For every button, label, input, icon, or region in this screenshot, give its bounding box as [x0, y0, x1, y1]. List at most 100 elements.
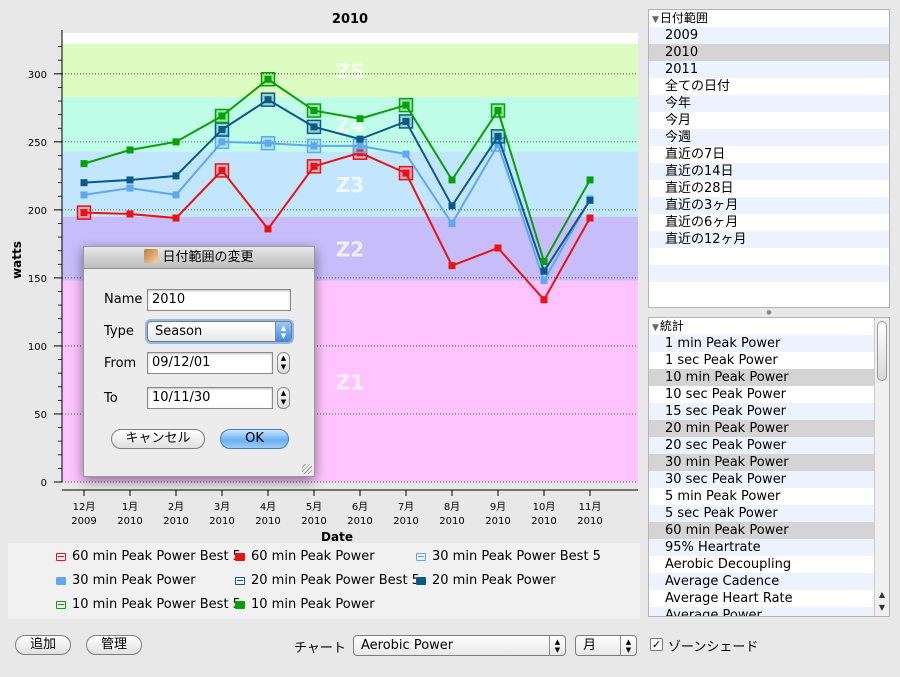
- legend-best5-swatch-icon: [56, 552, 66, 561]
- chart-label: チャート: [294, 641, 346, 656]
- disclosure-triangle-icon[interactable]: ▼: [652, 323, 659, 333]
- y-tick-label: 150: [28, 274, 47, 285]
- stats-scrollbar[interactable]: ▲ ▼: [874, 318, 889, 616]
- best5-marker-20-min-peak-power: [260, 92, 276, 107]
- legend-item: 10 min Peak Power: [235, 597, 375, 612]
- ok-button[interactable]: OK: [220, 429, 289, 449]
- scroll-up-icon[interactable]: ▲: [875, 588, 889, 601]
- to-label: To: [104, 391, 118, 406]
- from-date-field[interactable]: 09/12/01: [147, 352, 273, 374]
- chart-legend: 60 min Peak Power Best 5 60 min Peak Powe…: [8, 543, 640, 619]
- stat-item[interactable]: 30 sec Peak Power: [649, 471, 889, 488]
- x-tick-label-year: 2010: [347, 516, 372, 527]
- date-range-list[interactable]: ▼日付範囲 2009 2010 2011 全ての日付 今年 今月 今週 直近の7日 直近の14日…: [648, 9, 890, 308]
- x-tick-label-month: 11月: [579, 501, 602, 513]
- manage-button[interactable]: 管理: [86, 635, 142, 655]
- stat-item[interactable]: 10 sec Peak Power: [649, 386, 889, 403]
- stat-item[interactable]: 1 min Peak Power: [649, 335, 889, 352]
- date-range-header[interactable]: ▼日付範囲: [649, 10, 889, 27]
- best5-marker-10-min-peak-power: [214, 108, 230, 124]
- best5-marker-60-min-peak-power: [398, 165, 414, 181]
- x-tick-label-month: 10月: [533, 501, 556, 513]
- best5-marker-20-min-peak-power: [398, 114, 414, 129]
- stat-item[interactable]: Aerobic Decoupling: [649, 556, 889, 573]
- stat-item[interactable]: 5 sec Peak Power: [649, 505, 889, 522]
- legend-line-swatch-icon: [416, 576, 426, 585]
- data-point-20-min-peak-power: [172, 172, 180, 180]
- legend-best5-swatch-icon: [416, 552, 426, 561]
- from-date-stepper[interactable]: ▲ ▼: [277, 352, 290, 374]
- best5-marker-60-min-peak-power: [76, 205, 92, 220]
- stat-item[interactable]: 20 min Peak Power: [649, 420, 889, 437]
- best5-marker-60-min-peak-power: [306, 159, 322, 174]
- data-point-60-min-peak-power: [126, 210, 134, 218]
- date-range-item[interactable]: 直近の6ヶ月: [649, 214, 889, 231]
- to-date-stepper[interactable]: ▲ ▼: [277, 387, 290, 409]
- add-button[interactable]: 追加: [15, 635, 71, 655]
- data-point-10-min-peak-power: [356, 115, 364, 123]
- stat-item[interactable]: 10 min Peak Power: [649, 369, 889, 386]
- date-range-item[interactable]: 今年: [649, 95, 889, 112]
- stats-header[interactable]: ▼統計: [649, 318, 889, 335]
- legend-label: 60 min Peak Power Best 5: [72, 549, 241, 564]
- y-tick-label: 200: [28, 206, 47, 217]
- legend-line-swatch-icon: [235, 552, 245, 561]
- to-date-field[interactable]: 10/11/30: [147, 387, 273, 409]
- cancel-button[interactable]: キャンセル: [111, 429, 205, 449]
- name-field[interactable]: 2010: [147, 289, 291, 311]
- date-range-empty-row: [649, 282, 889, 299]
- stat-item[interactable]: 30 min Peak Power: [649, 454, 889, 471]
- stat-item[interactable]: 1 sec Peak Power: [649, 352, 889, 369]
- period-select[interactable]: 月 ▲ ▼: [575, 635, 637, 656]
- date-range-item[interactable]: 全ての日付: [649, 78, 889, 95]
- legend-best5-swatch-icon: [235, 576, 245, 585]
- stat-item[interactable]: Average Power: [649, 607, 889, 616]
- stat-item[interactable]: 15 sec Peak Power: [649, 403, 889, 420]
- date-range-item[interactable]: 直近の3ヶ月: [649, 197, 889, 214]
- date-range-item[interactable]: 2010: [649, 44, 889, 61]
- data-point-60-min-peak-power: [448, 262, 456, 270]
- stat-item[interactable]: 5 min Peak Power: [649, 488, 889, 505]
- x-tick-label-year: 2010: [531, 516, 556, 527]
- zone-shade-checkbox[interactable]: ✓: [650, 638, 663, 651]
- stats-list[interactable]: ▼統計 1 min Peak Power 1 sec Peak Power 10 m…: [648, 317, 890, 617]
- select-arrows-icon: ▲ ▼: [620, 636, 636, 655]
- stat-item[interactable]: Average Heart Rate: [649, 590, 889, 607]
- legend-item: 30 min Peak Power: [56, 573, 196, 588]
- stat-item[interactable]: 60 min Peak Power: [649, 522, 889, 539]
- legend-label: 20 min Peak Power: [432, 573, 556, 588]
- type-select[interactable]: Season ▲ ▼: [147, 321, 292, 342]
- legend-item: 10 min Peak Power Best 5: [56, 597, 241, 612]
- date-range-item[interactable]: 今週: [649, 129, 889, 146]
- stat-item[interactable]: 20 sec Peak Power: [649, 437, 889, 454]
- disclosure-triangle-icon[interactable]: ▼: [652, 15, 659, 25]
- data-point-20-min-peak-power: [356, 135, 364, 143]
- date-range-item[interactable]: 今月: [649, 112, 889, 129]
- x-tick-label-month: 1月: [122, 501, 138, 513]
- x-tick-label-month: 7月: [398, 501, 414, 513]
- stat-item[interactable]: Average Cadence: [649, 573, 889, 590]
- date-range-item[interactable]: 直近の28日: [649, 180, 889, 197]
- data-point-10-min-peak-power: [586, 176, 594, 184]
- y-tick-label: 100: [28, 342, 47, 353]
- scroll-thumb[interactable]: [877, 321, 887, 381]
- date-range-empty-row: [649, 248, 889, 265]
- legend-line-swatch-icon: [56, 576, 66, 585]
- pane-splitter[interactable]: ●: [648, 308, 890, 317]
- resize-grip-icon[interactable]: [302, 464, 312, 474]
- dialog-titlebar[interactable]: 日付範囲の変更: [84, 247, 314, 269]
- legend-label: 30 min Peak Power Best 5: [432, 549, 601, 564]
- x-axis-label: Date: [321, 530, 353, 544]
- from-label: From: [104, 356, 137, 371]
- date-range-item[interactable]: 2009: [649, 27, 889, 44]
- data-point-10-min-peak-power: [80, 160, 88, 168]
- date-range-item[interactable]: 直近の14日: [649, 163, 889, 180]
- chart-type-select[interactable]: Aerobic Power ▲ ▼: [353, 635, 566, 656]
- stat-item[interactable]: 95% Heartrate: [649, 539, 889, 556]
- scroll-down-icon[interactable]: ▼: [875, 601, 889, 614]
- date-range-item[interactable]: 直近の7日: [649, 146, 889, 163]
- date-range-item[interactable]: 2011: [649, 61, 889, 78]
- legend-item: 30 min Peak Power Best 5: [416, 549, 601, 564]
- date-range-item[interactable]: 直近の12ヶ月: [649, 231, 889, 248]
- x-tick-label-month: 6月: [352, 501, 368, 513]
